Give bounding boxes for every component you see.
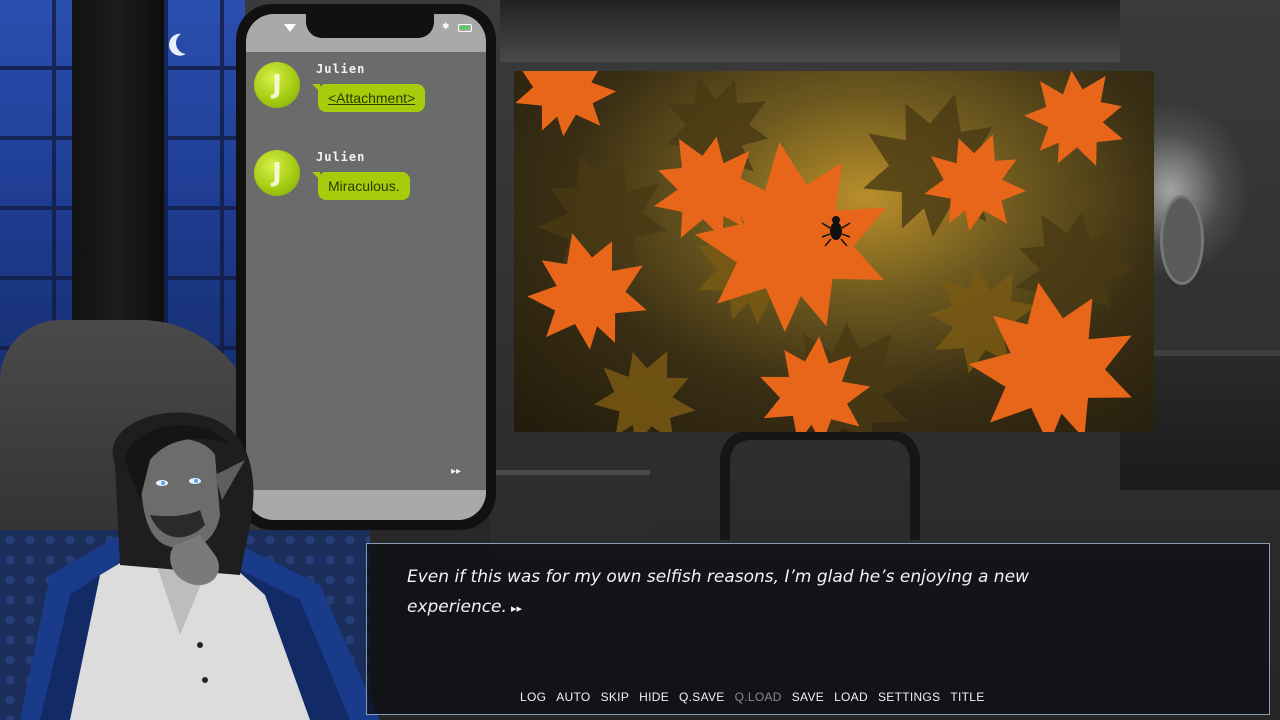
- message-sender: Julien: [316, 62, 366, 76]
- wall-cornice: [500, 0, 1120, 62]
- quick-menu: LOG AUTO SKIP HIDE Q.SAVE Q.LOAD SAVE LO…: [520, 690, 985, 704]
- phone-status-bar: ✱: [246, 14, 486, 52]
- dialogue-line-2: experience. ▸▸: [407, 592, 1227, 624]
- avatar: J: [254, 150, 300, 196]
- bluetooth-icon: ✱: [442, 22, 450, 32]
- dialogue-line-2-text: experience.: [407, 597, 507, 617]
- click-to-continue-icon: ▸▸: [510, 602, 522, 615]
- message-bubble: Miraculous.: [312, 172, 410, 200]
- battery-icon: [458, 24, 472, 32]
- character-portrait: [20, 412, 380, 720]
- quick-menu-auto[interactable]: AUTO: [556, 690, 590, 704]
- quick-menu-log[interactable]: LOG: [520, 690, 546, 704]
- signal-icon: [284, 24, 296, 32]
- avatar: J: [254, 62, 300, 108]
- quick-menu-quick-save[interactable]: Q.SAVE: [679, 690, 725, 704]
- dialogue-line-1: Even if this was for my own selfish reas…: [407, 567, 1029, 587]
- attachment-link[interactable]: <Attachment>: [311, 84, 426, 112]
- chair: [720, 430, 920, 540]
- curtain: [72, 0, 164, 350]
- message-item: J Julien <Attachment>: [254, 62, 474, 122]
- quick-menu-quick-load[interactable]: Q.LOAD: [735, 690, 782, 704]
- quick-menu-hide[interactable]: HIDE: [639, 690, 669, 704]
- autumn-leaves-illustration: [514, 71, 1152, 432]
- attachment-photo: [514, 71, 1154, 432]
- quick-menu-skip[interactable]: SKIP: [601, 690, 630, 704]
- quick-menu-load[interactable]: LOAD: [834, 690, 868, 704]
- message-item: J Julien Miraculous.: [254, 150, 474, 210]
- side-table: [490, 470, 650, 540]
- wall-lamp: [1160, 195, 1204, 285]
- message-sender: Julien: [316, 150, 366, 164]
- quick-menu-settings[interactable]: SETTINGS: [878, 690, 940, 704]
- phone-notch: [306, 14, 434, 38]
- game-scene[interactable]: ✱ J Julien <Attachment> J Julien Miracul…: [0, 0, 1280, 720]
- dialogue-text: Even if this was for my own selfish reas…: [407, 562, 1227, 624]
- quick-menu-save[interactable]: SAVE: [792, 690, 824, 704]
- quick-menu-title[interactable]: TITLE: [950, 690, 984, 704]
- phone-advance-icon[interactable]: ▸▸: [451, 466, 461, 477]
